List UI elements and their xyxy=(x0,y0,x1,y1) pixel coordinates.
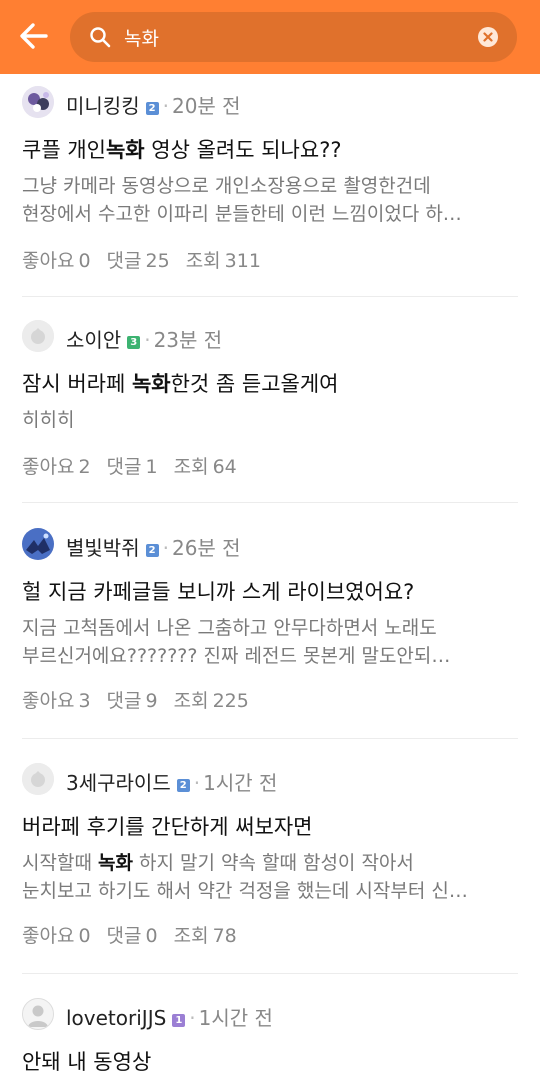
nickname: lovetoriJJS xyxy=(66,1006,167,1030)
post-author[interactable]: 별빛박쥐 2 · 26분 전 xyxy=(66,532,241,561)
post-preview: 시작할때 녹화 하지 말기 약속 할때 함성이 작아서 눈치보고 하기도 해서 … xyxy=(22,849,522,905)
divider xyxy=(22,738,518,739)
search-icon xyxy=(90,27,111,48)
preview-line: 히히히 xyxy=(22,409,75,431)
separator-dot: · xyxy=(162,536,169,560)
keyword-highlight: 녹화 xyxy=(97,852,133,874)
avatar[interactable] xyxy=(22,528,54,560)
nickname: 별빛박쥐 xyxy=(66,536,140,560)
separator-dot: · xyxy=(193,771,201,795)
comment-count: 댓글 9 xyxy=(106,690,158,712)
post-item[interactable]: 미니킹킹 2 · 20분 전 쿠플 개인녹화 영상 올려도 되나요?? 그냥 카메라 … xyxy=(0,86,540,294)
default-avatar-icon xyxy=(22,763,54,795)
post-stats: 좋아요 2 댓글 1 조회 64 xyxy=(22,452,253,479)
separator-dot: · xyxy=(189,1006,196,1030)
comment-count: 댓글 1 xyxy=(106,456,158,478)
post-stats: 좋아요 0 댓글 25 조회 311 xyxy=(22,246,277,273)
keyword-highlight: 녹화 xyxy=(105,138,145,162)
view-count: 조회 78 xyxy=(173,925,237,947)
like-count: 좋아요 3 xyxy=(22,690,91,712)
search-bar[interactable] xyxy=(70,12,517,62)
post-item[interactable]: lovetoriJJS 1 · 1시간 전 안돼 내 동영상 xyxy=(0,998,540,1080)
post-item[interactable]: 별빛박쥐 2 · 26분 전 헐 지금 카페글들 보니까 스게 라이브였어요? 지금 … xyxy=(0,528,540,728)
post-title: 잠시 버라페 녹화한것 좀 듣고올게여 xyxy=(22,372,339,396)
post-preview: 히히히 xyxy=(22,406,522,434)
post-preview: 그냥 카메라 동영상으로 개인소장용으로 촬영한건데 현장에서 수고한 이파리 … xyxy=(22,172,522,228)
preview-line: 부르신거에요??????? 진짜 레전드 못본게 말도안되… xyxy=(22,645,451,667)
top-bar xyxy=(0,0,540,74)
avatar[interactable] xyxy=(22,763,54,795)
post-time: 1시간 전 xyxy=(198,1006,273,1030)
like-count: 좋아요 0 xyxy=(22,925,91,947)
avatar[interactable] xyxy=(22,320,54,352)
divider xyxy=(22,296,518,297)
clear-icon xyxy=(483,32,493,42)
preview-line: 시작할때 녹화 하지 말기 약속 할때 함성이 작아서 xyxy=(22,852,414,874)
level-badge: 2 xyxy=(176,779,190,792)
nickname: 미니킹킹 xyxy=(66,94,140,118)
avatar[interactable] xyxy=(22,86,54,118)
nickname: 소이안 xyxy=(66,328,122,352)
level-badge: 3 xyxy=(127,336,141,349)
post-author[interactable]: 3세구라이드 2 · 1시간 전 xyxy=(66,767,277,796)
like-count: 좋아요 0 xyxy=(22,250,91,272)
post-title: 안돼 내 동영상 xyxy=(22,1050,152,1074)
post-author[interactable]: lovetoriJJS 1 · 1시간 전 xyxy=(66,1002,273,1031)
preview-line: 그냥 카메라 동영상으로 개인소장용으로 촬영한건데 xyxy=(22,175,431,197)
level-badge: 1 xyxy=(172,1014,186,1027)
post-item[interactable]: 소이안 3 · 23분 전 잠시 버라페 녹화한것 좀 듣고올게여 히히히 좋아요 2 댓… xyxy=(0,320,540,492)
post-stats: 좋아요 3 댓글 9 조회 225 xyxy=(22,686,265,713)
post-stats: 좋아요 0 댓글 0 조회 78 xyxy=(22,921,253,948)
post-title: 버라페 후기를 간단하게 써보자면 xyxy=(22,815,313,839)
separator-dot: · xyxy=(162,94,169,118)
post-time: 23분 전 xyxy=(153,328,223,352)
post-time: 1시간 전 xyxy=(203,771,278,795)
view-count: 조회 311 xyxy=(185,250,261,272)
back-button[interactable] xyxy=(14,16,54,56)
view-count: 조회 225 xyxy=(173,690,249,712)
preview-line: 현장에서 수고한 이파리 분들한테 이런 느낌이었다 하… xyxy=(22,203,462,225)
level-badge: 2 xyxy=(145,102,159,115)
preview-line: 눈치보고 하기도 해서 약간 걱정을 했는데 시작부터 신… xyxy=(22,880,468,902)
clear-search-button[interactable] xyxy=(478,27,498,47)
like-count: 좋아요 2 xyxy=(22,456,91,478)
search-input[interactable] xyxy=(124,21,454,53)
post-title: 쿠플 개인녹화 영상 올려도 되나요?? xyxy=(22,138,342,162)
divider xyxy=(22,502,518,503)
post-item[interactable]: 3세구라이드 2 · 1시간 전 버라페 후기를 간단하게 써보자면 시작할때 녹화 … xyxy=(0,763,540,963)
avatar[interactable] xyxy=(22,998,54,1030)
post-preview: 지금 고척돔에서 나온 그춤하고 안무다하면서 노래도 부르신거에요??????… xyxy=(22,614,522,670)
post-time: 20분 전 xyxy=(171,94,241,118)
post-author[interactable]: 미니킹킹 2 · 20분 전 xyxy=(66,90,241,119)
post-title: 헐 지금 카페글들 보니까 스게 라이브였어요? xyxy=(22,580,415,604)
avatar-image xyxy=(22,86,54,118)
post-time: 26분 전 xyxy=(171,536,241,560)
comment-count: 댓글 25 xyxy=(106,250,170,272)
nickname: 3세구라이드 xyxy=(66,771,171,795)
default-avatar-icon xyxy=(23,999,53,1029)
comment-count: 댓글 0 xyxy=(106,925,158,947)
separator-dot: · xyxy=(144,328,151,352)
preview-line: 지금 고척돔에서 나온 그춤하고 안무다하면서 노래도 xyxy=(22,617,437,639)
default-avatar-icon xyxy=(22,320,54,352)
divider xyxy=(22,973,518,974)
keyword-highlight: 녹화 xyxy=(131,372,171,396)
level-badge: 2 xyxy=(145,544,159,557)
post-author[interactable]: 소이안 3 · 23분 전 xyxy=(66,324,222,353)
avatar-image xyxy=(22,528,54,560)
view-count: 조회 64 xyxy=(173,456,237,478)
arrow-left-icon xyxy=(20,23,48,49)
